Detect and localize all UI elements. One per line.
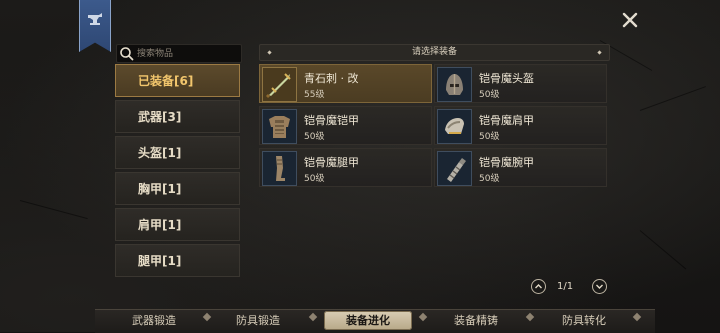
item-name: 铠骨魔头盔 (479, 72, 534, 85)
item-thumbnail (437, 67, 472, 102)
helmet-icon (446, 74, 463, 95)
item-level: 50级 (479, 90, 500, 100)
item-thumbnail (262, 109, 297, 144)
tab-label: 武器锻造 (132, 314, 176, 327)
equipment-item[interactable]: 青石刺 · 改 55级 (259, 64, 432, 103)
category-label: 已装备[6] (138, 74, 194, 88)
chevron-down-icon (596, 284, 603, 289)
tab-label: 防具锻造 (236, 314, 280, 327)
chest-armor-icon (269, 116, 290, 138)
item-name: 铠骨魔铠甲 (304, 114, 359, 127)
close-icon (622, 12, 638, 28)
equipment-item[interactable]: 铠骨魔肩甲 50级 (434, 106, 607, 145)
page-up-button[interactable] (531, 279, 546, 294)
item-thumbnail (262, 151, 297, 186)
item-level: 50级 (479, 174, 500, 184)
item-level: 55级 (304, 90, 325, 100)
item-name: 铠骨魔肩甲 (479, 114, 534, 127)
item-thumbnail (437, 151, 472, 186)
item-name: 铠骨魔腿甲 (304, 156, 359, 169)
tab-label: 装备精铸 (454, 314, 498, 327)
search-input[interactable] (137, 45, 237, 62)
shoulder-armor-icon (445, 118, 464, 134)
equipment-item[interactable]: 铠骨魔头盔 50级 (434, 64, 607, 103)
anvil-icon (88, 13, 102, 25)
tab-label: 装备进化 (346, 314, 390, 327)
category-equipped[interactable]: 已装备[6] (115, 64, 240, 97)
category-shoulder[interactable]: 肩甲[1] (115, 208, 240, 241)
select-equipment-title: 请选择装备 (411, 47, 457, 57)
page-down-button[interactable] (592, 279, 607, 294)
category-weapon[interactable]: 武器[3] (115, 100, 240, 133)
close-button[interactable] (621, 11, 639, 29)
item-level: 50级 (304, 132, 325, 142)
category-label: 头盔[1] (138, 146, 182, 160)
category-chest[interactable]: 胸甲[1] (115, 172, 240, 205)
item-level: 50级 (479, 132, 500, 142)
category-label: 肩甲[1] (138, 218, 182, 232)
tab-armor-convert[interactable]: 防具转化 (540, 311, 628, 330)
chevron-up-icon (535, 284, 542, 289)
item-thumbnail (262, 67, 297, 102)
category-label: 胸甲[1] (138, 182, 182, 196)
item-level: 50级 (304, 174, 325, 184)
search-box (116, 44, 242, 63)
category-label: 腿甲[1] (138, 254, 182, 268)
item-name: 青石刺 · 改 (304, 72, 359, 85)
item-thumbnail (437, 109, 472, 144)
tab-label: 防具转化 (562, 314, 606, 327)
equipment-item[interactable]: 铠骨魔腕甲 50级 (434, 148, 607, 187)
tab-armor-forge[interactable]: 防具锻造 (214, 311, 302, 330)
category-leg[interactable]: 腿甲[1] (115, 244, 240, 277)
leg-armor-icon (276, 156, 285, 181)
select-equipment-header: 请选择装备 (259, 44, 610, 61)
search-icon (120, 47, 134, 61)
tab-weapon-forge[interactable]: 武器锻造 (110, 311, 198, 330)
category-label: 武器[3] (138, 110, 182, 124)
diamond-icon (267, 50, 272, 55)
page-indicator: 1/1 (557, 281, 574, 292)
tab-equipment-refine[interactable]: 装备精铸 (432, 311, 520, 330)
dagger-icon (265, 73, 291, 99)
tab-equipment-evolve[interactable]: 装备进化 (324, 311, 412, 330)
category-helmet[interactable]: 头盔[1] (115, 136, 240, 169)
diamond-icon (597, 50, 602, 55)
item-name: 铠骨魔腕甲 (479, 156, 534, 169)
equipment-item[interactable]: 铠骨魔腿甲 50级 (259, 148, 432, 187)
equipment-item[interactable]: 铠骨魔铠甲 50级 (259, 106, 432, 145)
bracer-icon (447, 158, 466, 182)
